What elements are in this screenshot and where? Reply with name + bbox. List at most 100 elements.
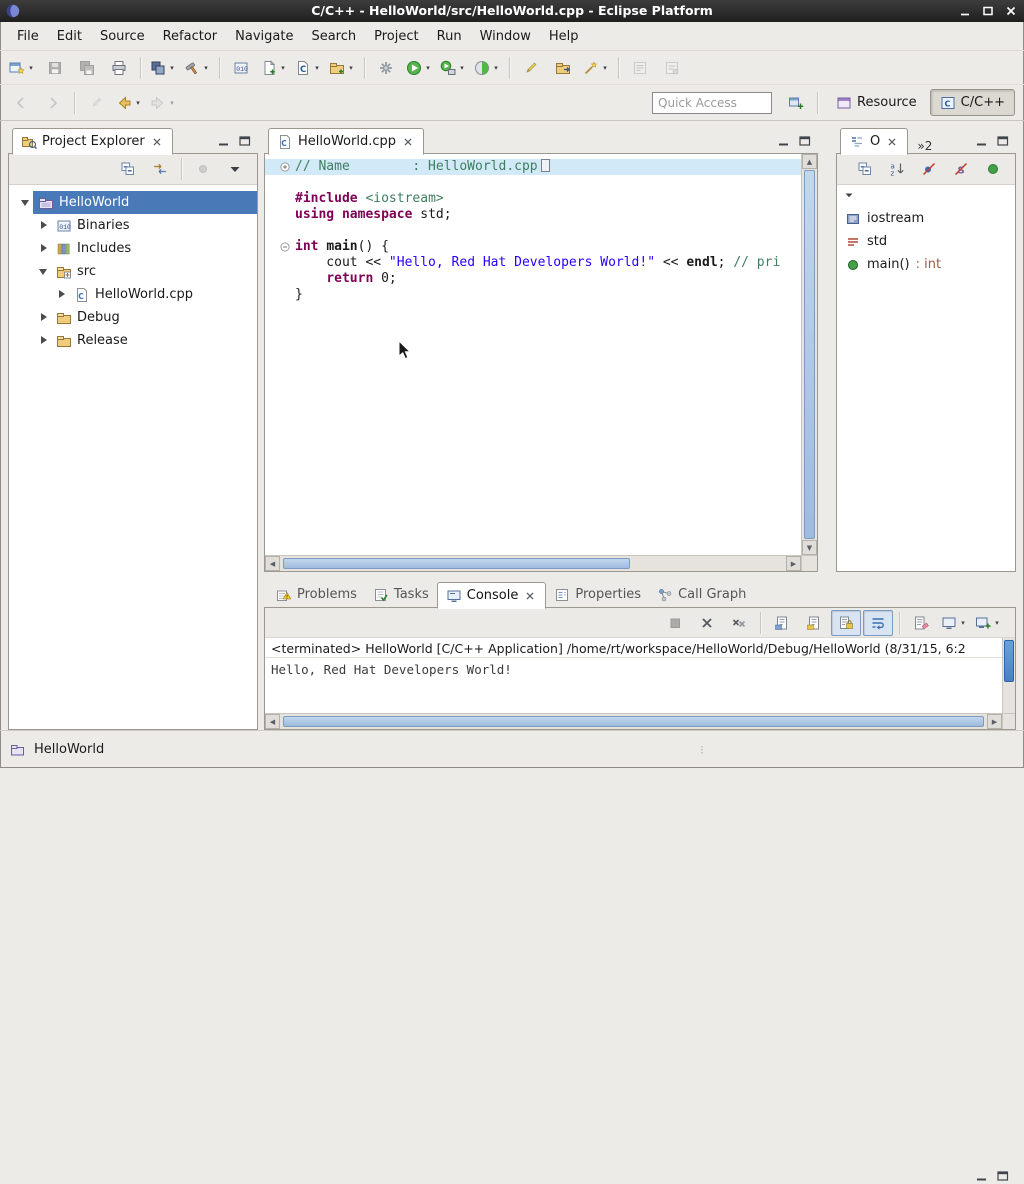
maximize-view-button[interactable] (994, 1167, 1012, 1184)
expander-icon[interactable] (19, 191, 33, 214)
maximize-view-button[interactable] (236, 132, 254, 149)
tab-helloworld-cpp[interactable]: C HelloWorld.cpp (268, 128, 424, 155)
tab-tasks[interactable]: Tasks (365, 582, 437, 607)
code-line[interactable]: return 0; (265, 271, 801, 287)
external-tools-button[interactable]: ▾ (437, 55, 469, 81)
tab-call-graph[interactable]: Call Graph (649, 582, 754, 607)
close-icon[interactable] (885, 135, 899, 149)
view-menu-button[interactable] (220, 156, 250, 182)
new-button[interactable]: ▾ (6, 55, 38, 81)
tab-project-explorer[interactable]: Project Explorer (12, 128, 173, 155)
menu-run[interactable]: Run (428, 26, 471, 47)
expander-icon[interactable] (37, 306, 51, 329)
code-editor[interactable]: // Name : HelloWorld.cpp #include <iostre… (265, 154, 801, 555)
menu-navigate[interactable]: Navigate (226, 26, 302, 47)
menu-project[interactable]: Project (365, 26, 427, 47)
tree-item-helloworld[interactable]: HelloWorld (9, 191, 257, 214)
minimize-view-button[interactable] (973, 132, 991, 149)
link-with-editor-button[interactable] (145, 156, 175, 182)
expander-icon[interactable] (37, 329, 51, 352)
word-wrap-button[interactable] (863, 610, 893, 636)
expander-icon[interactable] (37, 214, 51, 237)
scrollbar-thumb[interactable] (804, 170, 815, 539)
hidden-tabs-indicator[interactable]: »2 (917, 139, 932, 153)
code-line[interactable] (265, 175, 801, 191)
vertical-sash[interactable] (258, 127, 264, 730)
tree-item-includes[interactable]: Includes (9, 237, 257, 260)
minimize-editor-button[interactable] (775, 132, 793, 149)
perspective-resource[interactable]: Resource (826, 89, 927, 116)
code-line[interactable]: #include <iostream> (265, 191, 801, 207)
tab-properties[interactable]: Properties (546, 582, 649, 607)
scroll-down-button[interactable]: ▼ (802, 540, 817, 555)
build-button[interactable]: ▾ (181, 55, 213, 81)
open-console-button[interactable]: ▾ (972, 610, 1004, 636)
editor-vertical-scrollbar[interactable]: ▲ ▼ (801, 154, 817, 555)
scroll-left-button[interactable]: ◀ (265, 714, 280, 729)
expander-icon[interactable] (37, 237, 51, 260)
tab-outline[interactable]: O (840, 128, 908, 155)
minimize-view-button[interactable] (973, 1167, 991, 1184)
tree-item-release[interactable]: Release (9, 329, 257, 352)
debug-last-button[interactable]: ▾ (147, 55, 179, 81)
outline-item-main[interactable]: main() : int (837, 253, 1015, 276)
scroll-lock-button[interactable] (831, 610, 861, 636)
code-line[interactable]: cout << "Hello, Red Hat Developers World… (265, 255, 801, 271)
back-button[interactable]: ▾ (113, 90, 145, 116)
scrollbar-thumb[interactable] (1004, 640, 1014, 682)
collapsed-region-indicator[interactable] (541, 159, 550, 172)
menu-source[interactable]: Source (91, 26, 154, 47)
outline-item-std[interactable]: std (837, 230, 1015, 253)
quick-access-input[interactable] (652, 92, 772, 114)
scroll-right-button[interactable]: ▶ (987, 714, 1002, 729)
remove-all-launches-button[interactable] (724, 610, 754, 636)
scrollbar-thumb[interactable] (283, 716, 984, 727)
code-line[interactable]: using namespace std; (265, 207, 801, 223)
hide-fields-button[interactable] (914, 156, 944, 182)
coverage-button[interactable]: ▾ (471, 55, 503, 81)
tree-item-debug[interactable]: Debug (9, 306, 257, 329)
open-element-button[interactable] (548, 55, 578, 81)
menu-file[interactable]: File (8, 26, 48, 47)
maximize-view-button[interactable] (994, 132, 1012, 149)
collapse-all-button[interactable] (850, 156, 880, 182)
perspective-c-c[interactable]: CC/C++ (930, 89, 1015, 116)
profile-button[interactable] (371, 55, 401, 81)
new-cpp-class-button[interactable]: C▾ (292, 55, 324, 81)
window-maximize-button[interactable] (978, 3, 997, 19)
scroll-right-button[interactable]: ▶ (786, 556, 801, 571)
console-vertical-scrollbar[interactable] (1002, 638, 1015, 713)
window-minimize-button[interactable] (955, 3, 974, 19)
vertical-sash[interactable] (818, 127, 836, 572)
tab-console[interactable]: Console (437, 582, 547, 609)
menu-help[interactable]: Help (540, 26, 588, 47)
expander-icon[interactable] (37, 260, 51, 283)
menu-search[interactable]: Search (302, 26, 365, 47)
menu-window[interactable]: Window (471, 26, 540, 47)
close-icon[interactable] (401, 135, 415, 149)
expander-icon[interactable] (55, 283, 69, 306)
menu-refactor[interactable]: Refactor (154, 26, 227, 47)
show-console-stderr-button[interactable] (799, 610, 829, 636)
scroll-up-button[interactable]: ▲ (802, 154, 817, 169)
window-close-button[interactable] (1001, 3, 1020, 19)
collapse-all-button[interactable] (113, 156, 143, 182)
new-cpp-binary-button[interactable]: 010 (226, 55, 256, 81)
minimize-view-button[interactable] (215, 132, 233, 149)
menu-edit[interactable]: Edit (48, 26, 91, 47)
fold-column[interactable] (265, 159, 295, 175)
code-line[interactable]: // Name : HelloWorld.cpp (265, 159, 801, 175)
editor-horizontal-scrollbar[interactable]: ◀ ▶ (265, 555, 801, 571)
open-perspective-button[interactable] (781, 90, 811, 116)
horizontal-sash[interactable] (264, 572, 1016, 581)
tree-item-src[interactable]: src (9, 260, 257, 283)
tree-item-binaries[interactable]: 010Binaries (9, 214, 257, 237)
console-output[interactable]: Hello, Red Hat Developers World! (265, 658, 1002, 713)
new-cpp-project-button[interactable]: ▾ (326, 55, 358, 81)
clear-console-button[interactable] (906, 610, 936, 636)
new-cpp-source-file-button[interactable]: ▾ (258, 55, 290, 81)
code-line[interactable]: } (265, 287, 801, 303)
search-button[interactable]: ▾ (580, 55, 612, 81)
sort-button[interactable]: az (882, 156, 912, 182)
maximize-editor-button[interactable] (796, 132, 814, 149)
